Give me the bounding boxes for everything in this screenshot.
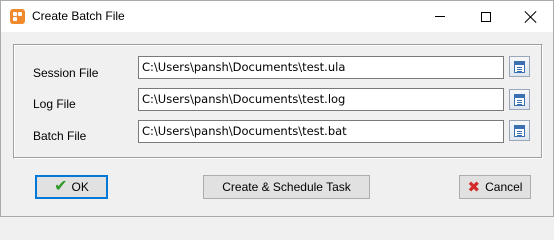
close-button[interactable]	[508, 1, 554, 32]
window-title: Create Batch File	[32, 9, 125, 23]
batch-file-input[interactable]: C:\Users\pansh\Documents\test.bat	[138, 120, 504, 143]
ok-button[interactable]: ✔ OK	[35, 175, 108, 199]
create-schedule-task-button[interactable]: Create & Schedule Task	[203, 175, 370, 199]
title-bar[interactable]: Create Batch File	[1, 1, 553, 32]
maximize-icon	[481, 11, 491, 22]
minimize-icon	[435, 16, 445, 17]
create-schedule-task-label: Create & Schedule Task	[222, 180, 351, 194]
cancel-button[interactable]: ✖ Cancel	[459, 175, 531, 199]
checkmark-icon: ✔	[54, 178, 68, 195]
cancel-button-label: Cancel	[485, 180, 523, 194]
log-file-browse-button[interactable]	[509, 89, 530, 110]
batch-file-label: Batch File	[33, 129, 87, 143]
ok-button-label: OK	[71, 180, 89, 194]
browse-file-icon	[514, 60, 525, 73]
log-file-label: Log File	[33, 97, 76, 111]
browse-file-icon	[514, 124, 525, 137]
batch-app-icon	[10, 9, 25, 24]
cancel-x-icon: ✖	[467, 178, 481, 196]
batch-file-browse-button[interactable]	[509, 120, 530, 141]
maximize-button[interactable]	[463, 1, 509, 32]
session-file-input[interactable]: C:\Users\pansh\Documents\test.ula	[138, 56, 504, 79]
minimize-button[interactable]	[417, 1, 463, 32]
session-file-label: Session File	[33, 66, 99, 80]
browse-file-icon	[514, 93, 525, 106]
close-icon	[525, 11, 537, 23]
create-batch-file-dialog: Create Batch File Session File C:\Users\…	[0, 0, 554, 217]
session-file-browse-button[interactable]	[509, 56, 530, 77]
log-file-input[interactable]: C:\Users\pansh\Documents\test.log	[138, 88, 504, 111]
